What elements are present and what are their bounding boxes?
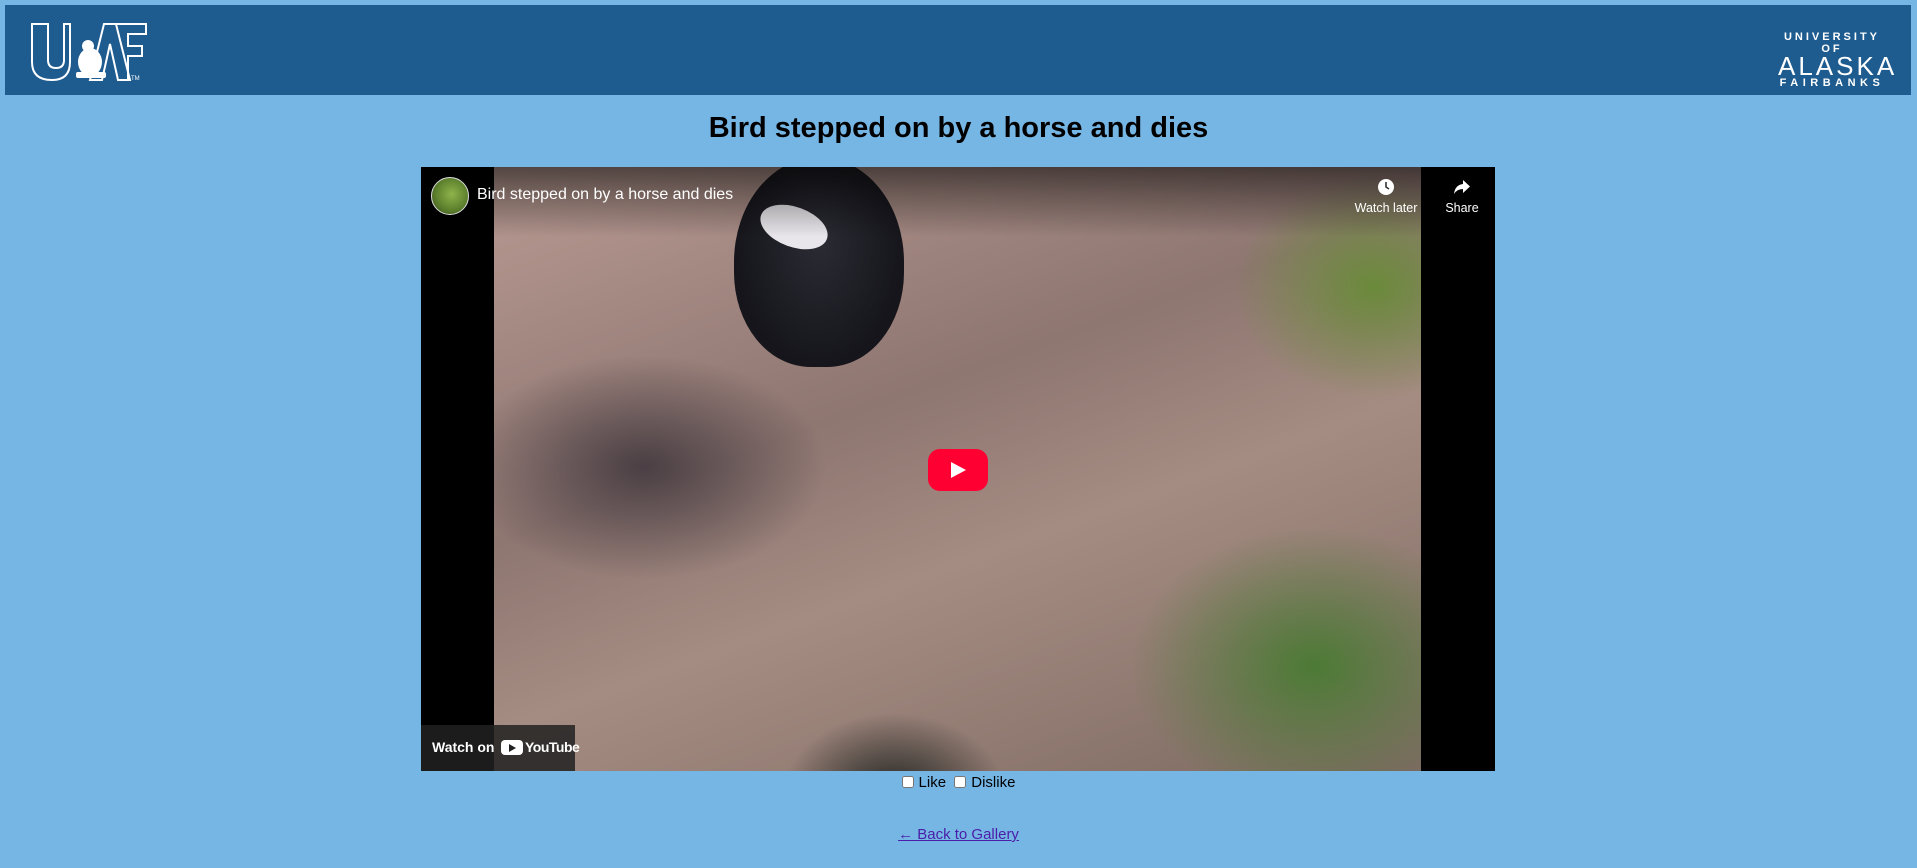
university-of-alaska-fairbanks-logo[interactable]: UNIVERSITY OF ALASKA FAIRBANKS (1778, 31, 1898, 89)
youtube-wordmark: YouTube (525, 739, 580, 755)
play-icon (951, 462, 966, 478)
youtube-embed[interactable]: Bird stepped on by a horse and dies Watc… (421, 167, 1495, 771)
clock-icon (1378, 179, 1394, 195)
youtube-play-icon (501, 740, 523, 755)
watch-on-label: Watch on (432, 739, 495, 755)
youtube-logo: YouTube (501, 739, 580, 757)
like-label: Like (918, 774, 947, 791)
share-arrow-icon (1454, 180, 1470, 194)
channel-avatar[interactable] (431, 177, 469, 215)
dislike-label: Dislike (971, 774, 1016, 791)
watch-later-button[interactable]: Watch later (1351, 177, 1421, 215)
uaf-logo[interactable]: TM (30, 22, 148, 82)
back-to-gallery-link[interactable]: ← Back to Gallery (898, 826, 1019, 843)
video-title[interactable]: Bird stepped on by a horse and dies (477, 186, 733, 204)
share-button[interactable]: Share (1437, 177, 1487, 215)
like-option[interactable]: Like (901, 774, 951, 791)
watch-on-youtube-button[interactable]: Watch on YouTube (421, 725, 580, 771)
vote-controls: Like Dislike (0, 774, 1917, 791)
svg-text:TM: TM (131, 76, 140, 82)
logo-line-alaska: ALASKA (1778, 51, 1898, 81)
site-header: TM UNIVERSITY OF ALASKA FAIRBANKS (5, 5, 1911, 95)
play-button[interactable] (928, 449, 988, 491)
back-link-container: ← Back to Gallery (0, 826, 1917, 843)
logo-line-fairbanks: FAIRBANKS (1779, 77, 1885, 89)
page-title: Bird stepped on by a horse and dies (708, 112, 1209, 144)
dislike-checkbox[interactable] (954, 776, 967, 788)
watch-later-label: Watch later (1354, 201, 1418, 215)
share-label: Share (1445, 201, 1479, 215)
dislike-option[interactable]: Dislike (954, 774, 1015, 791)
like-checkbox[interactable] (901, 776, 914, 788)
